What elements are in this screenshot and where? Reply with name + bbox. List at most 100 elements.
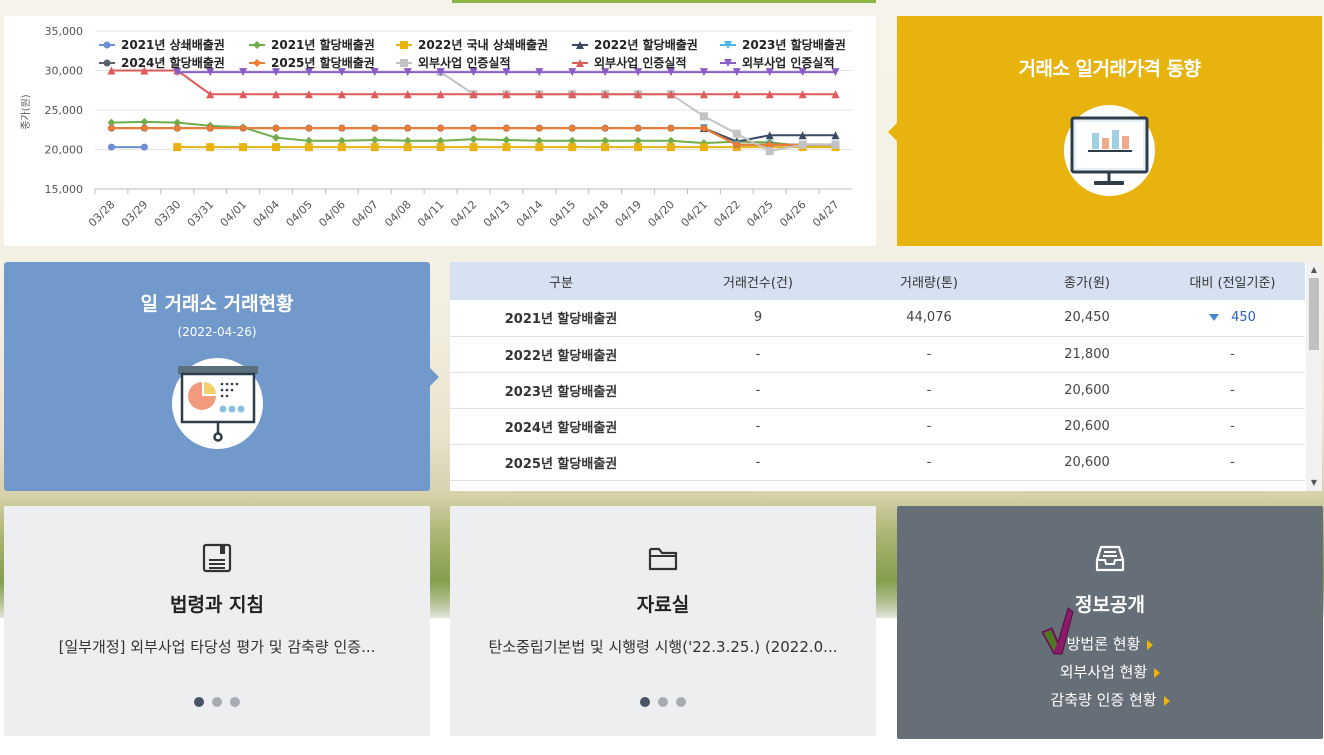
price-line-chart: 15,000 20,000 25,000 30,000 35,000 종가(원) 03/28… — [20, 25, 852, 230]
row-diff: - — [1230, 382, 1235, 398]
pager-dot[interactable] — [676, 697, 686, 707]
x-tick-label: 04/07 — [349, 198, 381, 230]
data-point — [699, 143, 708, 152]
y-tick-label: 15,000 — [45, 183, 84, 196]
archive-card[interactable]: 자료실 탄소중립기본법 및 시행령 시행('22.3.25.) (2022.0.… — [450, 506, 876, 736]
header-change: 대비 (전일기준) — [1189, 275, 1276, 291]
book-save-icon — [202, 543, 232, 573]
row-volume: - — [926, 418, 932, 434]
data-point — [337, 124, 346, 133]
data-point — [173, 143, 182, 152]
y-tick-label: 30,000 — [45, 65, 84, 78]
table-row: 2024년 할당배출권 - - 20,600 - — [450, 408, 1305, 444]
data-point — [239, 143, 248, 152]
folder-icon — [648, 547, 678, 571]
data-point — [469, 135, 478, 144]
data-point — [831, 140, 840, 149]
market-status-title: 일 거래소 거래현황 — [140, 293, 294, 315]
data-point — [634, 143, 643, 152]
row-name: 2021년 할당배출권 — [504, 312, 618, 328]
price-trend-title: 거래소 일거래가격 동향 — [1018, 58, 1201, 80]
header-category: 구분 — [549, 275, 573, 291]
data-point — [370, 143, 379, 152]
data-point — [601, 143, 610, 152]
scroll-thumb[interactable] — [1309, 278, 1319, 350]
legend-label: 2021년 할당배출권 — [271, 37, 375, 52]
x-tick-label: 04/12 — [448, 198, 480, 230]
data-point — [535, 143, 544, 152]
row-close: 20,600 — [1064, 382, 1110, 398]
x-tick-label: 04/19 — [613, 198, 645, 230]
data-point — [403, 143, 412, 152]
row-diff-value: 450 — [1231, 310, 1256, 326]
row-diff: - — [1230, 454, 1235, 470]
info-disclosure-card[interactable]: 정보공개 방법론 현황 외부사업 현황 감축량 인증 현황 — [897, 506, 1323, 739]
x-tick-label: 03/28 — [86, 198, 118, 230]
link-label: 감축량 인증 현황 — [1050, 691, 1157, 709]
reduction-certification-status-link[interactable]: 감축량 인증 현황 — [897, 690, 1323, 718]
data-point — [107, 143, 115, 151]
data-point — [107, 124, 116, 133]
pager-dot[interactable] — [658, 697, 668, 707]
data-point — [634, 124, 643, 133]
daily-market-status-card[interactable]: 일 거래소 거래현황 (2022-04-26) — [4, 262, 439, 491]
external-project-status-link[interactable]: 외부사업 현황 — [897, 662, 1323, 690]
row-volume: - — [926, 346, 932, 362]
x-tick-label: 04/14 — [514, 198, 546, 230]
row-diff: - — [1230, 346, 1235, 362]
data-point — [502, 136, 511, 145]
row-volume: - — [926, 382, 932, 398]
table-row: 2022년 할당배출권 - - 21,800 - — [450, 336, 1305, 372]
x-tick-label: 04/13 — [481, 198, 513, 230]
row-name: 2025년 할당배출권 — [504, 456, 618, 472]
law-card-text[interactable]: [일부개정] 외부사업 타당성 평가 및 감축량 인증... — [4, 636, 430, 657]
disclosure-card-title: 정보공개 — [1075, 594, 1145, 616]
data-point — [304, 143, 313, 152]
monitor-chart-icon — [1070, 116, 1149, 185]
table-scrollbar[interactable]: ▲ ▼ — [1306, 262, 1322, 491]
top-accent-bar — [452, 0, 876, 3]
x-tick-label: 04/25 — [744, 198, 776, 230]
table-row: 2021년 할당배출권 9 44,076 20,450 450 — [450, 300, 1305, 336]
y-tick-label: 35,000 — [45, 25, 84, 38]
row-diff: - — [1230, 418, 1235, 434]
law-guideline-card[interactable]: 법령과 지침 [일부개정] 외부사업 타당성 평가 및 감축량 인증... — [4, 506, 430, 736]
row-diff: 450 — [1160, 300, 1305, 336]
scroll-up-arrow-icon[interactable]: ▲ — [1306, 262, 1322, 278]
data-point — [370, 124, 379, 133]
pager-dot-active[interactable] — [194, 697, 204, 707]
law-card-title: 법령과 지침 — [169, 594, 264, 616]
pager-dot[interactable] — [230, 697, 240, 707]
x-tick-label: 04/04 — [251, 198, 283, 230]
legend-label: 2023년 할당배출권 — [742, 37, 846, 52]
data-point — [666, 124, 675, 133]
legend-marker — [253, 41, 261, 49]
legend-label: 2021년 상쇄배출권 — [121, 37, 225, 52]
x-tick-label: 04/01 — [218, 198, 250, 230]
legend-marker — [400, 59, 408, 67]
market-status-date: (2022-04-26) — [177, 325, 257, 339]
data-point — [403, 124, 412, 133]
data-point — [798, 140, 807, 149]
archive-card-pager — [450, 692, 876, 711]
market-status-table-panel: 구분 거래건수(건) 거래량(톤) 종가(원) 대비 (전일기준) 2021년 … — [450, 262, 1322, 491]
link-label: 외부사업 현황 — [1059, 663, 1148, 681]
presentation-board-icon — [178, 366, 258, 442]
scroll-down-arrow-icon[interactable]: ▼ — [1306, 475, 1322, 491]
pager-dot[interactable] — [212, 697, 222, 707]
x-tick-label: 04/08 — [382, 198, 414, 230]
data-point — [140, 124, 149, 133]
x-tick-label: 03/31 — [185, 198, 217, 230]
link-label: 방법론 현황 — [1066, 635, 1141, 653]
archive-card-title: 자료실 — [636, 594, 690, 616]
x-tick-label: 04/18 — [580, 198, 612, 230]
price-trend-card[interactable]: 거래소 일거래가격 동향 — [888, 16, 1322, 246]
arrow-right-icon — [1163, 695, 1170, 706]
archive-card-text[interactable]: 탄소중립기본법 및 시행령 시행('22.3.25.) (2022.0... — [450, 636, 876, 657]
header-close-price: 종가(원) — [1063, 275, 1111, 291]
methodology-status-link[interactable]: 방법론 현황 — [897, 634, 1323, 662]
pager-dot-active[interactable] — [640, 697, 650, 707]
data-point — [272, 124, 281, 133]
x-tick-label: 04/20 — [645, 198, 677, 230]
row-close: 20,450 — [1064, 310, 1110, 326]
